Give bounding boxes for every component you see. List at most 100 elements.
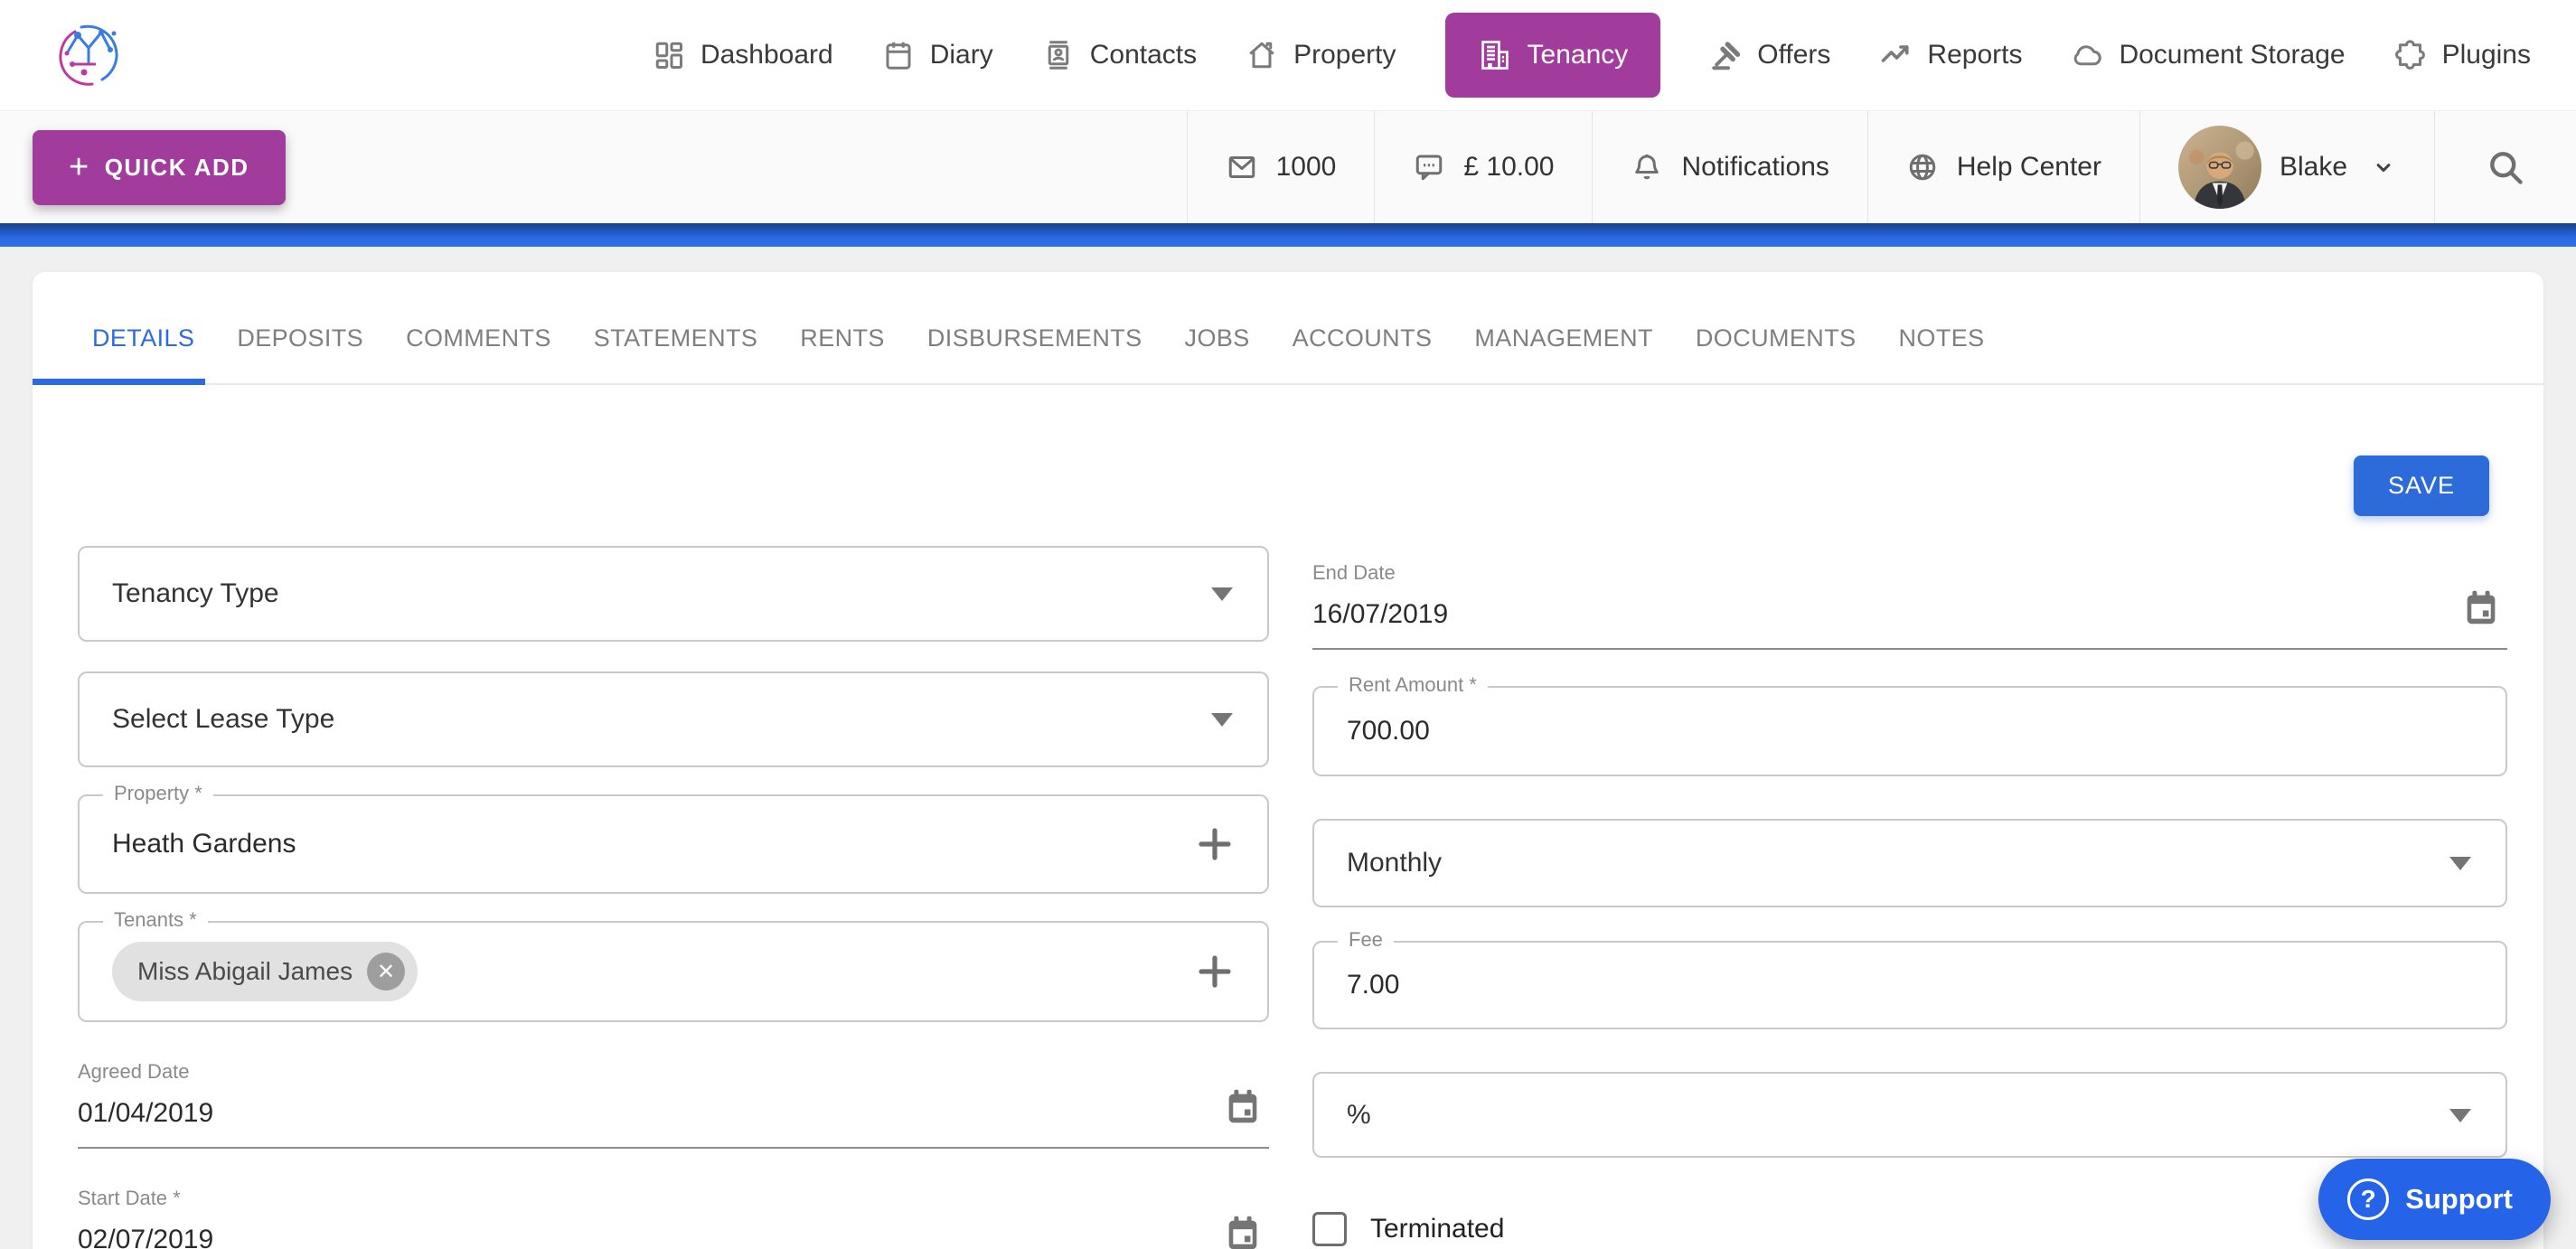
trend-chart-icon [1879,39,1912,71]
avatar [2178,126,2261,209]
start-date-value: 02/07/2019 [78,1225,1269,1249]
main-area: DETAILS DEPOSITS COMMENTS STATEMENTS REN… [0,247,2576,1249]
tab-details[interactable]: DETAILS [92,324,194,383]
add-property-button[interactable] [1193,822,1236,866]
user-menu[interactable]: Blake [2139,111,2434,223]
main-nav: Dashboard Diary Contacts [653,0,2531,110]
nav-label: Document Storage [2119,40,2345,70]
form-right-column: SAVE End Date 16/07/2019 [1312,385,2507,1249]
nav-label: Contacts [1090,40,1197,70]
nav-item-plugins[interactable]: Plugins [2394,39,2531,71]
rent-amount-label: Rent Amount * [1338,673,1488,697]
nav-item-dashboard[interactable]: Dashboard [653,39,833,71]
envelope-icon [1226,151,1258,183]
help-center-button[interactable]: Help Center [1867,111,2139,223]
caret-down-icon [2449,857,2471,870]
tab-comments[interactable]: COMMENTS [406,324,551,383]
form-left-column: Tenancy Type Select Lease Type Property … [78,385,1269,1249]
save-button[interactable]: SAVE [2354,455,2489,516]
nav-label: Reports [1927,40,2022,70]
start-date-label: Start Date * [78,1187,1269,1210]
tab-rents[interactable]: RENTS [800,324,885,383]
tab-management[interactable]: MANAGEMENT [1474,324,1653,383]
fee-value: 7.00 [1347,970,1399,1000]
terminated-checkbox[interactable] [1312,1212,1347,1246]
tab-documents[interactable]: DOCUMENTS [1696,324,1857,383]
add-tenant-button[interactable] [1193,950,1236,993]
tab-notes[interactable]: NOTES [1899,324,1985,383]
bell-icon [1631,151,1663,183]
lease-type-placeholder: Select Lease Type [112,704,334,735]
tab-jobs[interactable]: JOBS [1185,324,1250,383]
balance-value: £ 10.00 [1463,152,1554,183]
end-date-label: End Date [1312,561,2507,585]
mail-counter[interactable]: 1000 [1187,111,1375,223]
tenancy-card: DETAILS DEPOSITS COMMENTS STATEMENTS REN… [33,272,2543,1249]
mail-count: 1000 [1276,152,1337,183]
property-value: Heath Gardens [112,829,296,859]
tenants-field[interactable]: Tenants * Miss Abigail James ✕ [78,921,1269,1022]
terminated-label: Terminated [1370,1214,1504,1244]
tab-bar: DETAILS DEPOSITS COMMENTS STATEMENTS REN… [33,272,2543,385]
nav-item-tenancy[interactable]: Tenancy [1445,13,1661,98]
tenancy-type-select[interactable]: Tenancy Type [78,546,1269,642]
fee-field[interactable]: Fee 7.00 [1312,941,2507,1029]
fee-unit-value: % [1347,1100,1371,1131]
search-button[interactable] [2434,111,2576,223]
chat-bubble-icon [1413,151,1445,183]
lease-type-select[interactable]: Select Lease Type [78,671,1269,767]
nav-item-reports[interactable]: Reports [1879,39,2022,71]
close-icon: ✕ [377,959,395,985]
building-icon [1478,38,1512,72]
toolbar-right: 1000 £ 10.00 Notifications [1187,111,2576,223]
caret-down-icon [2449,1109,2471,1122]
globe-icon [1906,151,1939,183]
nav-item-diary[interactable]: Diary [882,39,993,71]
puzzle-icon [2394,39,2427,71]
nav-label: Property [1293,40,1396,70]
start-date-field[interactable]: Start Date * 02/07/2019 [78,1187,1269,1249]
tenant-chip[interactable]: Miss Abigail James ✕ [112,942,418,1001]
nav-item-contacts[interactable]: Contacts [1042,39,1197,71]
tab-disbursements[interactable]: DISBURSEMENTS [927,324,1142,383]
tenancy-type-placeholder: Tenancy Type [112,578,279,609]
cloud-icon [2071,39,2103,71]
app-logo[interactable] [54,21,123,89]
toolbar: + QUICK ADD 1000 £ 10.00 [0,110,2576,223]
fee-unit-select[interactable]: % [1312,1072,2507,1158]
nav-item-offers[interactable]: Offers [1709,39,1830,71]
rent-frequency-select[interactable]: Monthly [1312,819,2507,907]
end-date-calendar-button[interactable] [2460,587,2502,628]
nav-label: Diary [930,40,993,70]
details-form: Tenancy Type Select Lease Type Property … [33,385,2543,1249]
agreed-date-field[interactable]: Agreed Date 01/04/2019 [78,1060,1269,1149]
nav-label: Plugins [2442,40,2531,70]
nav-label: Tenancy [1528,40,1629,70]
user-name: Blake [2280,152,2347,183]
chevron-down-icon [2371,155,2396,180]
remove-tenant-button[interactable]: ✕ [367,953,405,991]
tenants-label: Tenants * [103,908,208,932]
agreed-date-calendar-button[interactable] [1222,1085,1264,1127]
support-button[interactable]: ? Support [2318,1159,2551,1240]
question-icon: ? [2347,1179,2389,1220]
top-nav: Dashboard Diary Contacts [0,0,2576,110]
notifications-label: Notifications [1681,152,1829,183]
caret-down-icon [1211,587,1233,601]
balance-indicator[interactable]: £ 10.00 [1374,111,1592,223]
rent-amount-field[interactable]: Rent Amount * 700.00 [1312,686,2507,776]
notifications-button[interactable]: Notifications [1592,111,1866,223]
tab-deposits[interactable]: DEPOSITS [237,324,363,383]
property-field[interactable]: Property * Heath Gardens [78,794,1269,894]
nav-label: Dashboard [700,40,833,70]
agreed-date-value: 01/04/2019 [78,1098,1269,1129]
nav-item-document-storage[interactable]: Document Storage [2071,39,2345,71]
end-date-field[interactable]: End Date 16/07/2019 [1312,561,2507,650]
tab-statements[interactable]: STATEMENTS [594,324,758,383]
quick-add-button[interactable]: + QUICK ADD [33,130,286,205]
caret-down-icon [1211,713,1233,727]
start-date-calendar-button[interactable] [1222,1212,1264,1249]
calendar-icon [882,39,915,71]
nav-item-property[interactable]: Property [1246,39,1396,71]
tab-accounts[interactable]: ACCOUNTS [1293,324,1433,383]
